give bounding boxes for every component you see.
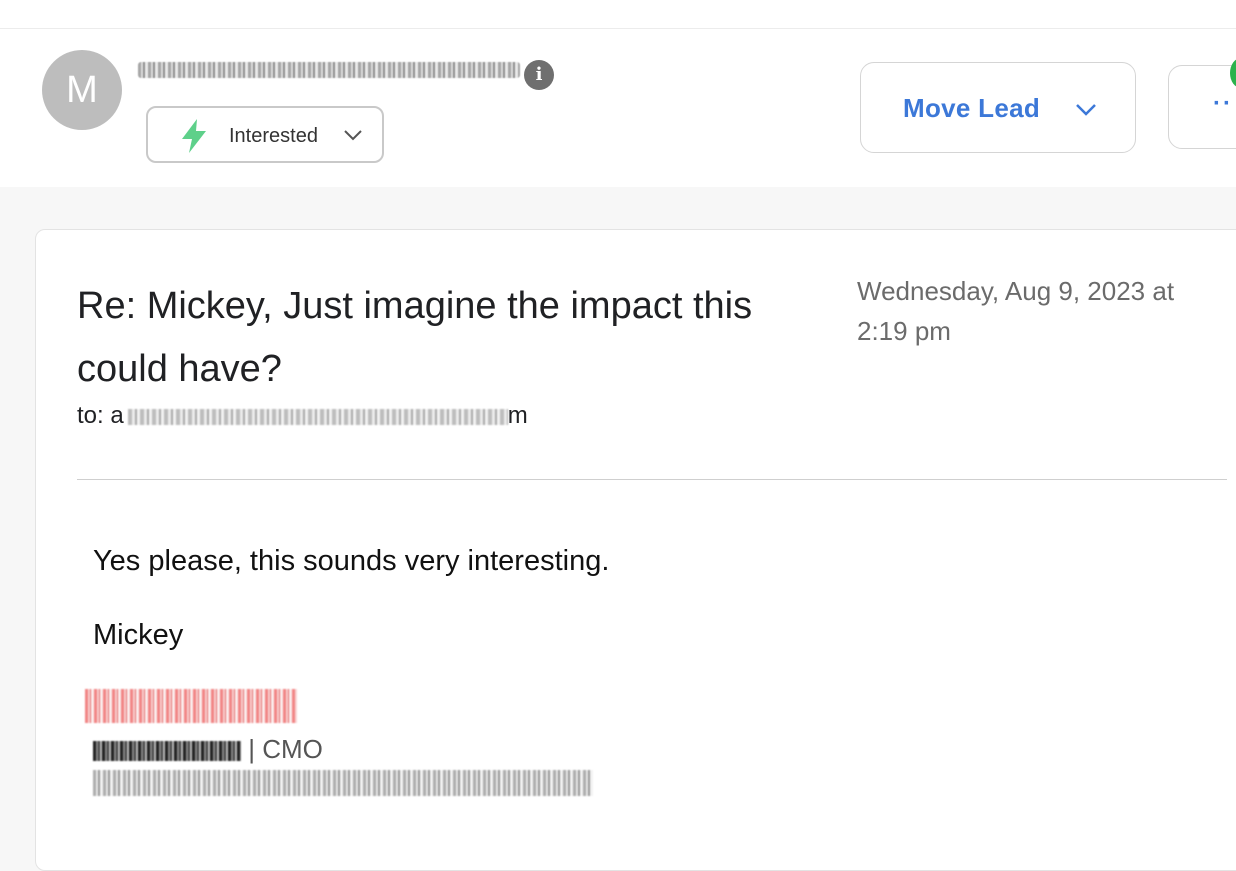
email-subject: Re: Mickey, Just imagine the impact this… <box>77 285 753 390</box>
lead-header: M i Interested Move Lead ·· <box>0 29 1236 187</box>
recipient-suffix: m <box>507 402 528 429</box>
email-card: Re: Mickey, Just imagine the impact this… <box>35 229 1236 871</box>
top-strip <box>0 0 1236 29</box>
signature-contact-redacted <box>93 770 593 796</box>
avatar: M <box>42 50 122 130</box>
lead-status-label: Interested <box>229 125 318 147</box>
info-icon[interactable]: i <box>524 60 554 90</box>
signature-name-redacted <box>93 741 241 762</box>
recipient-redacted <box>127 408 508 425</box>
chevron-down-icon <box>344 130 362 141</box>
email-body-text: Yes please, this sounds very interesting… <box>93 545 610 577</box>
chevron-down-icon <box>1076 104 1096 116</box>
email-date: Wednesday, Aug 9, 2023 at 2:19 pm <box>857 276 1175 346</box>
recipient-prefix: to: a <box>77 402 124 429</box>
more-actions-button[interactable]: ·· <box>1168 65 1236 149</box>
signature-title: | CMO <box>241 734 323 764</box>
lightning-bolt-icon <box>182 119 206 153</box>
email-recipient: to: a m <box>77 402 528 430</box>
divider <box>77 479 1227 480</box>
signature-name-line: | CMO <box>93 734 323 765</box>
signature-logo-redacted <box>85 689 297 723</box>
move-lead-button[interactable]: Move Lead <box>860 62 1136 153</box>
lead-status-dropdown[interactable]: Interested <box>146 106 384 163</box>
move-lead-label: Move Lead <box>903 93 1041 123</box>
lead-email-redacted <box>138 62 520 78</box>
more-dots-icon: ·· <box>1213 90 1233 117</box>
email-signoff: Mickey <box>93 619 184 651</box>
